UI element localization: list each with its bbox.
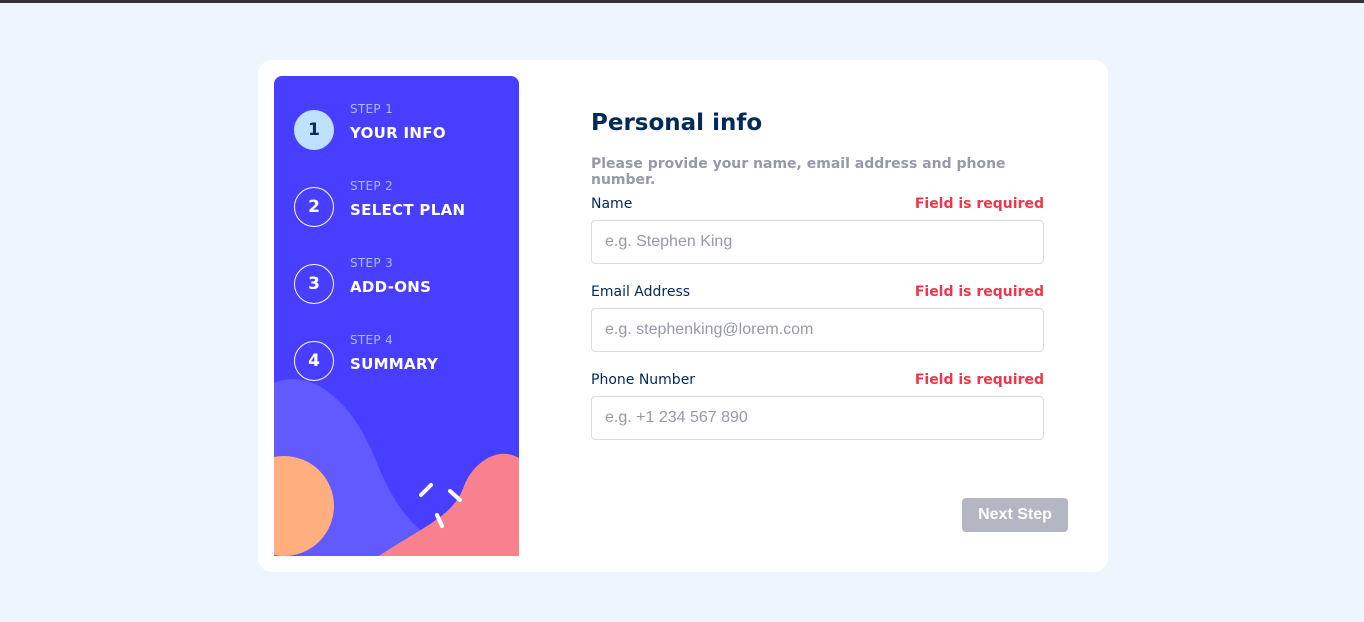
name-input[interactable] <box>591 220 1044 264</box>
step-kicker: STEP 1 <box>350 102 394 116</box>
form-main: Personal info Please provide your name, … <box>591 110 1046 188</box>
step-number: 2 <box>294 187 334 227</box>
step-title: SUMMARY <box>350 355 439 373</box>
next-step-button[interactable]: Next Step <box>962 498 1068 532</box>
page-title: Personal info <box>591 110 763 136</box>
step-number: 1 <box>294 110 334 150</box>
email-input[interactable] <box>591 308 1044 352</box>
top-border <box>0 0 1364 3</box>
email-error: Field is required <box>914 284 1044 300</box>
step-number: 4 <box>294 341 334 381</box>
step-title: SELECT PLAN <box>350 201 466 219</box>
phone-label: Phone Number <box>591 372 696 388</box>
step-1: 1 STEP 1 YOUR INFO <box>294 102 514 150</box>
phone-input[interactable] <box>591 396 1044 440</box>
step-4: 4 STEP 4 SUMMARY <box>294 333 514 381</box>
email-label: Email Address <box>591 284 691 300</box>
page-subtitle: Please provide your name, email address … <box>591 156 1006 188</box>
step-kicker: STEP 2 <box>350 179 394 193</box>
step-kicker: STEP 4 <box>350 333 394 347</box>
form-card: 1 STEP 1 YOUR INFO 2 STEP 2 SELECT PLAN … <box>258 60 1108 572</box>
step-2: 2 STEP 2 SELECT PLAN <box>294 179 514 227</box>
name-error: Field is required <box>914 196 1044 212</box>
name-label: Name <box>591 196 633 212</box>
step-kicker: STEP 3 <box>350 256 394 270</box>
steps-sidebar: 1 STEP 1 YOUR INFO 2 STEP 2 SELECT PLAN … <box>274 76 519 556</box>
phone-error: Field is required <box>914 372 1044 388</box>
step-title: YOUR INFO <box>350 124 446 142</box>
step-3: 3 STEP 3 ADD-ONS <box>294 256 514 304</box>
step-number: 3 <box>294 264 334 304</box>
step-title: ADD-ONS <box>350 278 432 296</box>
